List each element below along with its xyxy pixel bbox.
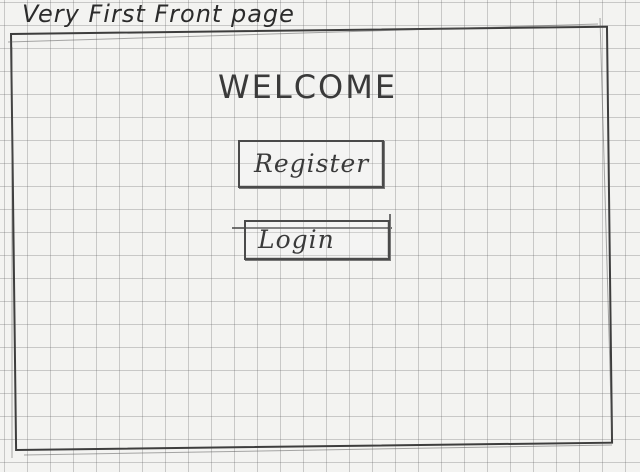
welcome-heading: WELCOME	[218, 68, 398, 106]
register-button[interactable]: Register	[238, 140, 384, 188]
page-title: Very First Front page	[22, 0, 295, 28]
login-button[interactable]: Login	[244, 220, 390, 260]
